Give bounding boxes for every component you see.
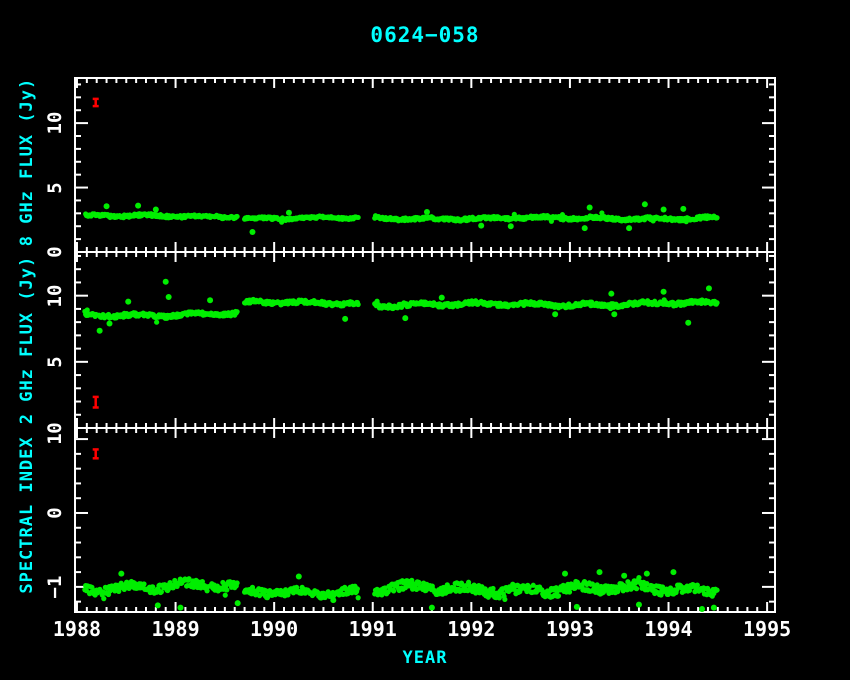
- plot-canvas: [0, 0, 850, 680]
- light-curve-figure: 0624−058 8 GHz FLUX (Jy) 2 GHz FLUX (Jy)…: [0, 0, 850, 680]
- x-axis-label: YEAR: [0, 648, 850, 668]
- plot-title: 0624−058: [0, 23, 850, 47]
